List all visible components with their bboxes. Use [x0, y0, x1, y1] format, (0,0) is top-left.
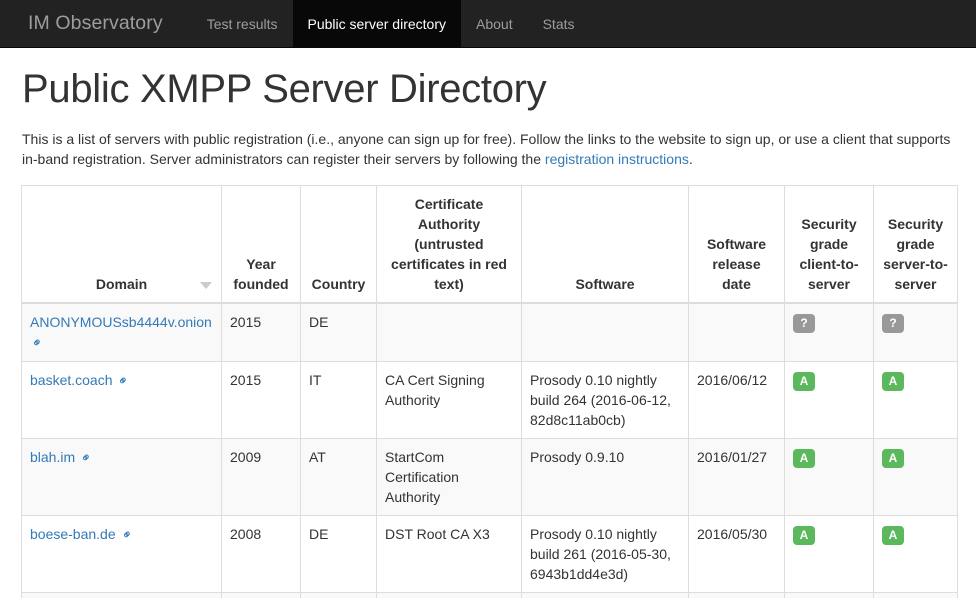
cell-domain: ANONYMOUSsb4444v.onion ⚭ [21, 302, 222, 362]
cell-country: DE [300, 302, 377, 362]
page-intro: This is a list of servers with public re… [22, 129, 952, 169]
directory-table-wrapper: Domain Year founded Country Certificate … [20, 185, 958, 598]
domain-link[interactable]: blah.im [30, 449, 75, 465]
cell-security-grade-s2s: ? [873, 302, 958, 362]
table-head: Domain Year founded Country Certificate … [21, 185, 958, 304]
cell-country: AT [300, 438, 377, 516]
cell-year-founded: 2015 [221, 361, 301, 439]
column-header-software[interactable]: Software [521, 185, 689, 304]
main-container: Public XMPP Server Directory This is a l… [0, 67, 976, 598]
intro-text-before: This is a list of servers with public re… [22, 131, 951, 167]
cell-certificate-authority [376, 302, 522, 362]
nav-item-public-server-directory[interactable]: Public server directory [292, 0, 461, 47]
cell-security-grade-c2s: ? [784, 302, 874, 362]
cell-certificate-authority: DST Root CA X3 [376, 515, 522, 593]
table-row: ANONYMOUSsb4444v.onion ⚭ 2015 DE?? [21, 302, 958, 362]
cell-security-grade-c2s: A [784, 515, 874, 593]
cell-certificate-authority: StartCom Certification Authority [376, 438, 522, 516]
cell-software-release-date [688, 592, 785, 598]
registration-instructions-link[interactable]: registration instructions [545, 151, 689, 167]
cell-year-founded: 2008 [221, 515, 301, 593]
column-header-year-founded[interactable]: Year founded [221, 185, 301, 304]
navbar-menu: Test results Public server directory Abo… [192, 0, 590, 47]
domain-link[interactable]: boese-ban.de [30, 526, 116, 542]
link-icon[interactable]: ⚭ [113, 370, 135, 392]
table-body: ANONYMOUSsb4444v.onion ⚭ 2015 DE?? basket.c… [21, 302, 958, 598]
sort-descending-arrow-icon[interactable] [200, 282, 212, 289]
top-navbar: IM Observatory Test results Public serve… [0, 0, 976, 48]
status-badge: A [882, 449, 904, 468]
cell-software-release-date: 2016/05/30 [688, 515, 785, 593]
cell-year-founded: 2015 [221, 302, 301, 362]
cell-security-grade-c2s: A [784, 438, 874, 516]
cell-security-grade-s2s: A [873, 515, 958, 593]
status-badge: A [793, 372, 815, 391]
cell-security-grade-c2s: A [784, 361, 874, 439]
cell-certificate-authority: StartCom [376, 592, 522, 598]
cell-certificate-authority: CA Cert Signing Authority [376, 361, 522, 439]
nav-item-stats[interactable]: Stats [528, 0, 590, 47]
column-header-country[interactable]: Country [300, 185, 377, 304]
cell-software: Prosody 0.10 nightly build 261 (2016-05-… [521, 515, 689, 593]
column-header-security-grade-c2s[interactable]: Security grade client-to-server [784, 185, 874, 304]
status-badge: A [793, 449, 815, 468]
status-badge: ? [882, 314, 904, 333]
cell-software [521, 302, 689, 362]
cell-security-grade-s2s: A [873, 592, 958, 598]
status-badge: ? [793, 314, 815, 333]
cell-domain: boese-ban.de ⚭ [21, 515, 222, 593]
column-header-domain[interactable]: Domain [21, 185, 222, 304]
column-header-software-release-date[interactable]: Software release date [688, 185, 785, 304]
cell-country: IT [300, 361, 377, 439]
column-header-domain-label: Domain [95, 276, 148, 292]
page-title: Public XMPP Server Directory [22, 67, 547, 111]
navbar-brand[interactable]: IM Observatory [13, 0, 178, 47]
link-icon[interactable]: ⚭ [116, 524, 138, 546]
cell-domain: blah.im ⚭ [21, 438, 222, 516]
cell-domain: brauchen.info ⚭ [21, 592, 222, 598]
domain-link[interactable]: basket.coach [30, 372, 113, 388]
nav-item-test-results[interactable]: Test results [192, 0, 293, 47]
status-badge: A [793, 526, 815, 545]
cell-year-founded: 2005 [221, 592, 301, 598]
table-row: basket.coach ⚭ 2015 IT CA Cert Signing Auth… [21, 361, 958, 439]
public-server-directory-table: Domain Year founded Country Certificate … [21, 185, 958, 598]
table-row: brauchen.info ⚭2005DEStartComejabberd 16… [21, 592, 958, 598]
table-row: boese-ban.de ⚭ 2008 DE DST Root CA X3 Prosod… [21, 515, 958, 593]
cell-software: Prosody 0.10 nightly build 264 (2016-06-… [521, 361, 689, 439]
cell-domain: basket.coach ⚭ [21, 361, 222, 439]
cell-security-grade-s2s: A [873, 361, 958, 439]
cell-security-grade-s2s: A [873, 438, 958, 516]
cell-year-founded: 2009 [221, 438, 301, 516]
nav-item-about[interactable]: About [461, 0, 528, 47]
cell-software: ejabberd 16.02 [521, 592, 689, 598]
intro-text-after: . [688, 151, 693, 167]
cell-security-grade-c2s: A [784, 592, 874, 598]
link-icon[interactable]: ⚭ [27, 332, 49, 354]
table-row: blah.im ⚭ 2009 AT StartCom Certification Au… [21, 438, 958, 516]
cell-software-release-date: 2016/06/12 [688, 361, 785, 439]
link-icon[interactable]: ⚭ [76, 447, 98, 469]
status-badge: A [882, 526, 904, 545]
cell-software: Prosody 0.9.10 [521, 438, 689, 516]
cell-country: DE [300, 515, 377, 593]
column-header-certificate-authority[interactable]: Certificate Authority (untrusted certifi… [376, 185, 522, 304]
cell-software-release-date: 2016/01/27 [688, 438, 785, 516]
cell-software-release-date [688, 302, 785, 362]
domain-link[interactable]: ANONYMOUSsb4444v.onion [30, 314, 212, 330]
column-header-security-grade-s2s[interactable]: Security grade server-to-server [873, 185, 958, 304]
status-badge: A [882, 372, 904, 391]
cell-country: DE [300, 592, 377, 598]
table-header-row: Domain Year founded Country Certificate … [21, 185, 958, 304]
